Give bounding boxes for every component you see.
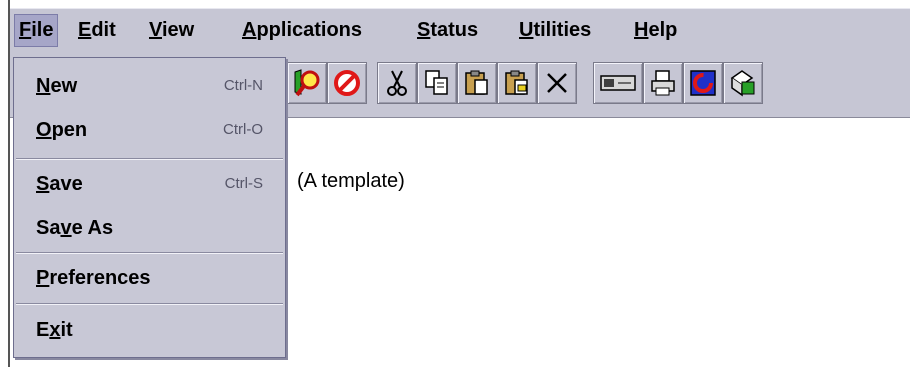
delete-button[interactable] xyxy=(537,62,577,104)
search-icon xyxy=(294,69,320,97)
shortcut-label: Ctrl-N xyxy=(223,77,263,94)
menu-status[interactable]: Status xyxy=(413,17,482,43)
menu-separator xyxy=(16,252,283,254)
menu-item-open[interactable]: Open Ctrl-O xyxy=(14,108,285,152)
paste-special-icon xyxy=(505,70,528,95)
print-button[interactable] xyxy=(643,62,683,104)
menu-item-label: Preferences xyxy=(36,267,151,289)
search-button[interactable] xyxy=(287,62,327,104)
cut-button[interactable] xyxy=(377,62,417,104)
menu-item-new[interactable]: New Ctrl-N xyxy=(14,64,285,108)
menu-item-save[interactable]: Save Ctrl-S xyxy=(14,162,285,206)
menu-item-label: Save As xyxy=(36,217,114,239)
paste-button[interactable] xyxy=(457,62,497,104)
stop-button[interactable] xyxy=(327,62,367,104)
menu-item-save-as[interactable]: Save As xyxy=(14,206,285,250)
document-d-button[interactable] xyxy=(723,62,763,104)
menu-view[interactable]: View xyxy=(145,17,198,43)
menu-help[interactable]: Help xyxy=(630,17,681,43)
shortcut-label: Ctrl-O xyxy=(223,121,263,138)
app-c-icon xyxy=(690,70,716,96)
template-label: (A template) xyxy=(297,170,405,192)
menu-separator xyxy=(16,158,283,160)
shortcut-label: Ctrl-S xyxy=(224,175,263,192)
menu-bar: File Edit View Applications Status Utili… xyxy=(10,8,910,52)
menu-file[interactable]: File xyxy=(14,14,59,47)
menu-separator xyxy=(16,303,283,305)
menu-item-label: Open xyxy=(36,119,88,141)
app-c-button[interactable] xyxy=(683,62,723,104)
menu-item-label: Exit xyxy=(36,319,73,341)
paste-icon xyxy=(465,70,488,95)
menu-item-label: New xyxy=(36,75,78,97)
menu-utilities[interactable]: Utilities xyxy=(515,17,595,43)
cut-icon xyxy=(387,70,407,96)
copy-icon xyxy=(425,70,448,95)
copy-button[interactable] xyxy=(417,62,457,104)
paste-special-button[interactable] xyxy=(497,62,537,104)
delete-icon xyxy=(547,73,567,93)
print-icon xyxy=(651,70,675,96)
device-button[interactable] xyxy=(593,62,643,104)
file-menu-dropdown: New Ctrl-N Open Ctrl-O Save Ctrl-S Save … xyxy=(13,57,286,358)
stop-icon xyxy=(334,70,360,96)
document-d-icon xyxy=(730,70,755,97)
menu-item-label: Save xyxy=(36,173,83,195)
menu-item-preferences[interactable]: Preferences xyxy=(14,256,285,300)
menu-applications[interactable]: Applications xyxy=(238,17,366,43)
menu-item-exit[interactable]: Exit xyxy=(14,308,285,352)
menu-edit[interactable]: Edit xyxy=(74,17,120,43)
device-icon xyxy=(600,75,636,91)
